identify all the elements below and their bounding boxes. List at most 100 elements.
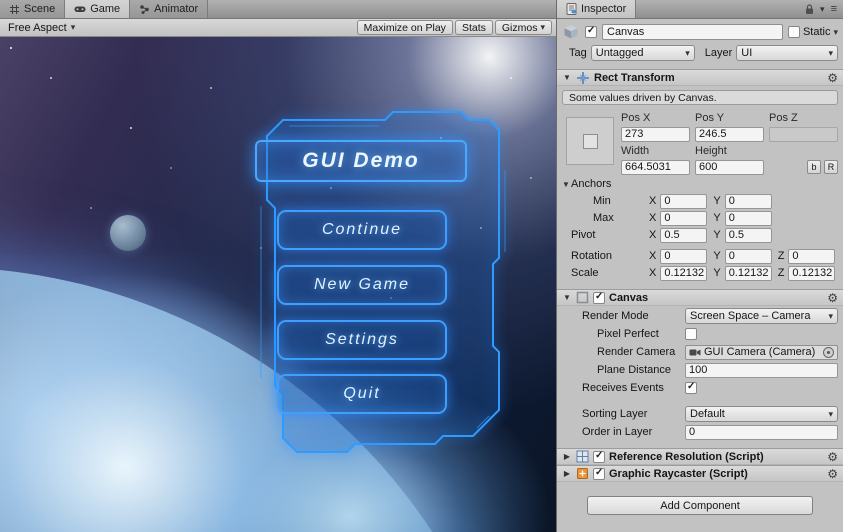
lock-icon[interactable] [805,3,814,15]
pixel-perfect-row: Pixel Perfect [597,326,838,342]
inspector-tabstrip: Inspector ▾ ≡ [557,0,843,19]
receives-events-checkbox[interactable] [685,381,697,394]
tag-dropdown[interactable]: Untagged ▾ [590,45,695,61]
toolbar-right-group: Maximize on Play Stats Gizmos ▾ [356,20,553,35]
scale-y-field[interactable]: 0.12132 [724,265,772,281]
render-mode-row: Render Mode Screen Space – Camera ▾ [582,308,838,324]
scale-row: Scale X 0.12132 Y 0.12132 Z 0.12132 [571,265,838,281]
graphic-raycaster-header[interactable]: ▶ Graphic Raycaster (Script) ⚙ [557,465,843,482]
gameobject-name: Canvas [607,26,645,38]
object-picker-icon[interactable] [823,346,834,358]
game-icon [74,4,86,14]
scale-x-field[interactable]: 0.12132 [660,265,708,281]
anchor-max-row: Max X0 Y0 [571,210,838,226]
rotation-x-field[interactable]: 0 [660,248,708,264]
tab-animator[interactable]: Animator [130,0,209,18]
axis-x: X0 [649,248,708,264]
render-mode-label: Render Mode [582,310,649,322]
anchor-min-row: Min X0 Y0 [571,193,838,209]
reference-resolution-enabled-checkbox[interactable] [593,450,605,463]
height-field[interactable]: 600 [695,159,764,175]
render-camera-label: Render Camera [597,346,676,358]
gear-icon[interactable]: ⚙ [827,71,838,85]
foldout-open-icon[interactable]: ▼ [562,73,572,82]
static-checkbox[interactable] [787,26,800,38]
add-component-button[interactable]: Add Component [587,496,813,515]
game-view-toolbar: Free Aspect ▾ Maximize on Play Stats Giz… [0,19,556,37]
pivot-x-field[interactable]: 0.5 [660,227,708,243]
pixel-perfect-label: Pixel Perfect [597,328,659,340]
chevron-down-icon[interactable]: ▾ [820,4,825,14]
render-camera-field[interactable]: GUI Camera (Camera) [685,344,838,360]
pos-x-field[interactable]: 273 [621,126,690,142]
scale-z-field[interactable]: 0.12132 [788,265,836,281]
foldout-open-icon[interactable]: ▼ [562,293,572,302]
component-title: Reference Resolution (Script) [609,450,764,463]
settings-button[interactable]: Settings [277,320,447,360]
chevron-down-icon: ▾ [685,47,690,58]
foldout-closed-icon[interactable]: ▶ [562,469,572,478]
render-mode-dropdown[interactable]: Screen Space – Camera ▾ [685,308,838,324]
gear-icon[interactable]: ⚙ [827,291,838,305]
sorting-layer-dropdown[interactable]: Default ▾ [685,406,838,422]
raw-edit-mode-button[interactable]: R [824,160,838,174]
foldout-open-icon[interactable]: ▼ [561,180,571,189]
plane-distance-field[interactable]: 100 [685,362,838,378]
axes: X0 Y0 [649,210,838,226]
x-label: X [649,195,657,207]
aspect-ratio-dropdown[interactable]: Free Aspect ▾ [3,20,80,36]
y-label: Y [713,195,721,207]
order-in-layer-label: Order in Layer [582,426,653,438]
gizmos-button[interactable]: Gizmos ▾ [494,20,552,35]
rotation-z-field[interactable]: 0 [788,248,836,264]
canvas-enabled-checkbox[interactable] [593,291,605,304]
tab-inspector[interactable]: Inspector [557,0,637,18]
order-in-layer-field[interactable]: 0 [685,424,838,440]
active-checkbox[interactable] [585,25,597,38]
quit-button[interactable]: Quit [277,374,447,414]
pos-y-label: Pos Y [695,111,725,124]
max-y-field[interactable]: 0 [724,210,772,226]
gameobject-name-field[interactable]: Canvas [602,24,783,40]
graphic-raycaster-enabled-checkbox[interactable] [593,467,605,480]
gui-menu-panel: GUI Demo Continue New Game Settings Quit [237,110,517,458]
inspector-pane: Inspector ▾ ≡ Canvas Static ▾ [556,0,843,532]
gear-icon[interactable]: ⚙ [827,450,838,464]
stats-button[interactable]: Stats [454,20,493,35]
continue-button[interactable]: Continue [277,210,447,250]
pivot-y-field[interactable]: 0.5 [724,227,772,243]
canvas-header[interactable]: ▼ Canvas ⚙ [557,289,843,306]
sorting-layer-value: Default [690,408,725,420]
static-toggle[interactable]: Static ▾ [787,26,838,38]
anchor-preview[interactable] [566,117,614,165]
pos-y-field[interactable]: 246.5 [695,126,764,142]
chevron-down-icon: ▾ [828,408,833,419]
rect-transform-grid: Pos X Pos Y Pos Z 273 246.5 Width Height… [621,111,838,175]
y-label: Y [713,229,721,241]
rotation-y-field[interactable]: 0 [724,248,772,264]
rect-transform-header[interactable]: ▼ Rect Transform ⚙ [557,69,843,86]
layer-value: UI [741,47,753,59]
z-label: Z [777,250,785,262]
rect-transform-body: Pos X Pos Y Pos Z 273 246.5 Width Height… [557,108,843,175]
tab-scene[interactable]: Scene [0,0,66,18]
max-x-field[interactable]: 0 [660,210,708,226]
min-x-field[interactable]: 0 [660,193,708,209]
layer-dropdown[interactable]: UI ▾ [736,45,838,61]
width-field[interactable]: 664.5031 [621,159,690,175]
gear-icon[interactable]: ⚙ [827,467,838,481]
menu-icon[interactable]: ≡ [831,3,837,15]
min-y-field[interactable]: 0 [724,193,772,209]
pixel-perfect-checkbox[interactable] [685,328,697,340]
max-label: Max [593,212,614,224]
blueprint-mode-button[interactable]: b [807,160,821,174]
axis-z: Z0 [777,248,836,264]
reference-resolution-header[interactable]: ▶ Reference Resolution (Script) ⚙ [557,448,843,465]
tab-game[interactable]: Game [65,0,131,18]
new-game-button[interactable]: New Game [277,265,447,305]
foldout-closed-icon[interactable]: ▶ [562,452,572,461]
axis-x: X 0.12132 [649,265,708,281]
axes: X0 Y0 [649,193,838,209]
y-label: Y [713,267,721,279]
maximize-on-play-button[interactable]: Maximize on Play [356,20,453,35]
